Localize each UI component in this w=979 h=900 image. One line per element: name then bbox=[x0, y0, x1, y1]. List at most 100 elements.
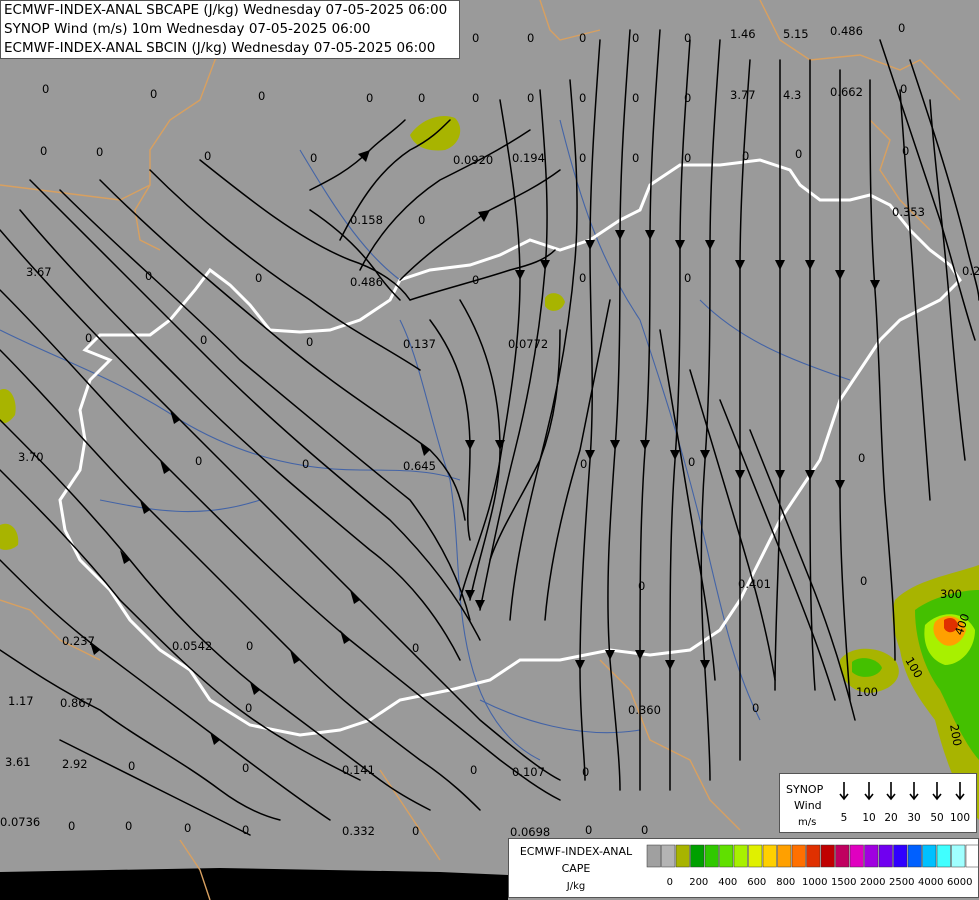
cape-swatch bbox=[748, 844, 763, 868]
value-label: 0 bbox=[125, 819, 132, 833]
value-label: 5.15 bbox=[783, 27, 809, 41]
wind-legend: SYNOP Wind m/s 5 10 20 30 50 100 bbox=[779, 773, 977, 833]
value-label: 0 bbox=[306, 335, 313, 349]
map-background bbox=[0, 0, 979, 900]
value-label: 0.137 bbox=[403, 337, 436, 351]
cape-tick-label: 1500 bbox=[831, 877, 856, 888]
value-label: 0 bbox=[472, 273, 479, 287]
value-label: 0.237 bbox=[62, 634, 95, 648]
value-label: 3.70 bbox=[18, 450, 44, 464]
value-label: 0 bbox=[585, 823, 592, 837]
value-label: 0 bbox=[258, 89, 265, 103]
value-label: 0 bbox=[412, 641, 419, 655]
value-label: 0.401 bbox=[738, 577, 771, 591]
value-label: 0 bbox=[902, 144, 909, 158]
value-label: 0 bbox=[900, 82, 907, 96]
value-label: 0 bbox=[245, 701, 252, 715]
cape-swatch bbox=[762, 844, 777, 868]
value-label: 0 bbox=[85, 331, 92, 345]
value-label: 0 bbox=[68, 819, 75, 833]
value-label: 0.194 bbox=[512, 151, 545, 165]
cape-tick-label: 200 bbox=[689, 877, 708, 888]
cape-swatch bbox=[675, 844, 690, 868]
value-label: 0 bbox=[632, 91, 639, 105]
cape-tick-labels: 0 200 400 600 800 1000 1500 2000 2500 4000 6000 bbox=[667, 877, 973, 888]
value-label: 0 bbox=[580, 457, 587, 471]
cape-tick-label: 4000 bbox=[918, 877, 943, 888]
value-label: 1.46 bbox=[730, 27, 756, 41]
value-label: 0 bbox=[242, 761, 249, 775]
wind-arrow-icon bbox=[909, 782, 919, 801]
value-label: 1.17 bbox=[8, 694, 34, 708]
cape-swatch bbox=[864, 844, 879, 868]
value-label: 0 bbox=[860, 574, 867, 588]
title-cape: ECMWF-INDEX-ANAL SBCAPE (J/kg) Wednesday… bbox=[4, 2, 448, 18]
value-label: 0.0542 bbox=[172, 639, 212, 653]
value-label: 0 bbox=[470, 763, 477, 777]
wind-legend-unit: m/s bbox=[798, 817, 816, 828]
value-label: 0 bbox=[684, 31, 691, 45]
value-label: 0 bbox=[200, 333, 207, 347]
cape-legend-title: ECMWF-INDEX-ANAL bbox=[520, 845, 633, 858]
value-label: 0 bbox=[898, 21, 905, 35]
value-label: 0 bbox=[742, 149, 749, 163]
value-label: 0 bbox=[527, 31, 534, 45]
value-label: 0 bbox=[472, 91, 479, 105]
cape-swatch bbox=[806, 844, 821, 868]
value-label: 2.92 bbox=[62, 757, 88, 771]
value-label: 0 bbox=[310, 151, 317, 165]
cape-swatch bbox=[719, 844, 734, 868]
cape-swatch bbox=[661, 844, 676, 868]
wind-legend-graphic: SYNOP Wind m/s 5 10 20 30 50 100 bbox=[786, 782, 970, 828]
value-label: 0 bbox=[684, 151, 691, 165]
cape-swatch bbox=[835, 844, 850, 868]
value-label: 0.662 bbox=[830, 85, 863, 99]
value-label: 0.0772 bbox=[508, 337, 548, 351]
value-label: 0 bbox=[638, 579, 645, 593]
cape-swatch bbox=[907, 844, 922, 868]
value-label: 0.353 bbox=[892, 205, 925, 219]
value-label: 0 bbox=[688, 455, 695, 469]
value-label: 0 bbox=[472, 31, 479, 45]
cape-swatch bbox=[646, 844, 661, 868]
value-label: 3.61 bbox=[5, 755, 31, 769]
cape-tick-label: 6000 bbox=[947, 877, 972, 888]
wind-legend-subtitle: Wind bbox=[794, 799, 822, 812]
value-label: 0.360 bbox=[628, 703, 661, 717]
value-label: 0 bbox=[246, 639, 253, 653]
value-label: 0 bbox=[128, 759, 135, 773]
value-label: 0 bbox=[632, 31, 639, 45]
cape-legend-subtitle: CAPE bbox=[562, 862, 591, 875]
value-label: 0.867 bbox=[60, 696, 93, 710]
value-label: 0 bbox=[684, 91, 691, 105]
cape-swatch bbox=[820, 844, 835, 868]
value-label: 0 bbox=[418, 213, 425, 227]
cape-tick-label: 0 bbox=[667, 877, 673, 888]
value-label: 0 bbox=[242, 823, 249, 837]
cape-swatch bbox=[951, 844, 966, 868]
wind-speed-label: 20 bbox=[884, 812, 897, 824]
cape-tick-label: 800 bbox=[776, 877, 795, 888]
value-label: 0 bbox=[641, 823, 648, 837]
cape-swatch bbox=[791, 844, 806, 868]
value-label: 0 bbox=[412, 824, 419, 838]
wind-legend-title: SYNOP bbox=[786, 783, 824, 796]
value-label: 0.107 bbox=[512, 765, 545, 779]
cape-swatch bbox=[965, 844, 979, 868]
value-label: 0 bbox=[795, 147, 802, 161]
value-label: 300 bbox=[940, 587, 962, 601]
cape-swatch bbox=[849, 844, 864, 868]
value-label: 0 bbox=[582, 765, 589, 779]
wind-speed-label: 5 bbox=[841, 812, 848, 824]
title-cin: ECMWF-INDEX-ANAL SBCIN (J/kg) Wednesday … bbox=[4, 40, 436, 56]
value-label: 0 bbox=[204, 149, 211, 163]
value-label: 0.486 bbox=[830, 24, 863, 38]
value-label: 0 bbox=[752, 701, 759, 715]
value-label: 0 bbox=[184, 821, 191, 835]
value-label: 0 bbox=[579, 271, 586, 285]
value-label: 0 bbox=[145, 269, 152, 283]
value-label: 0 bbox=[579, 151, 586, 165]
value-label: 0.0920 bbox=[453, 153, 493, 167]
cape-swatch bbox=[922, 844, 937, 868]
value-label: 0 bbox=[302, 457, 309, 471]
